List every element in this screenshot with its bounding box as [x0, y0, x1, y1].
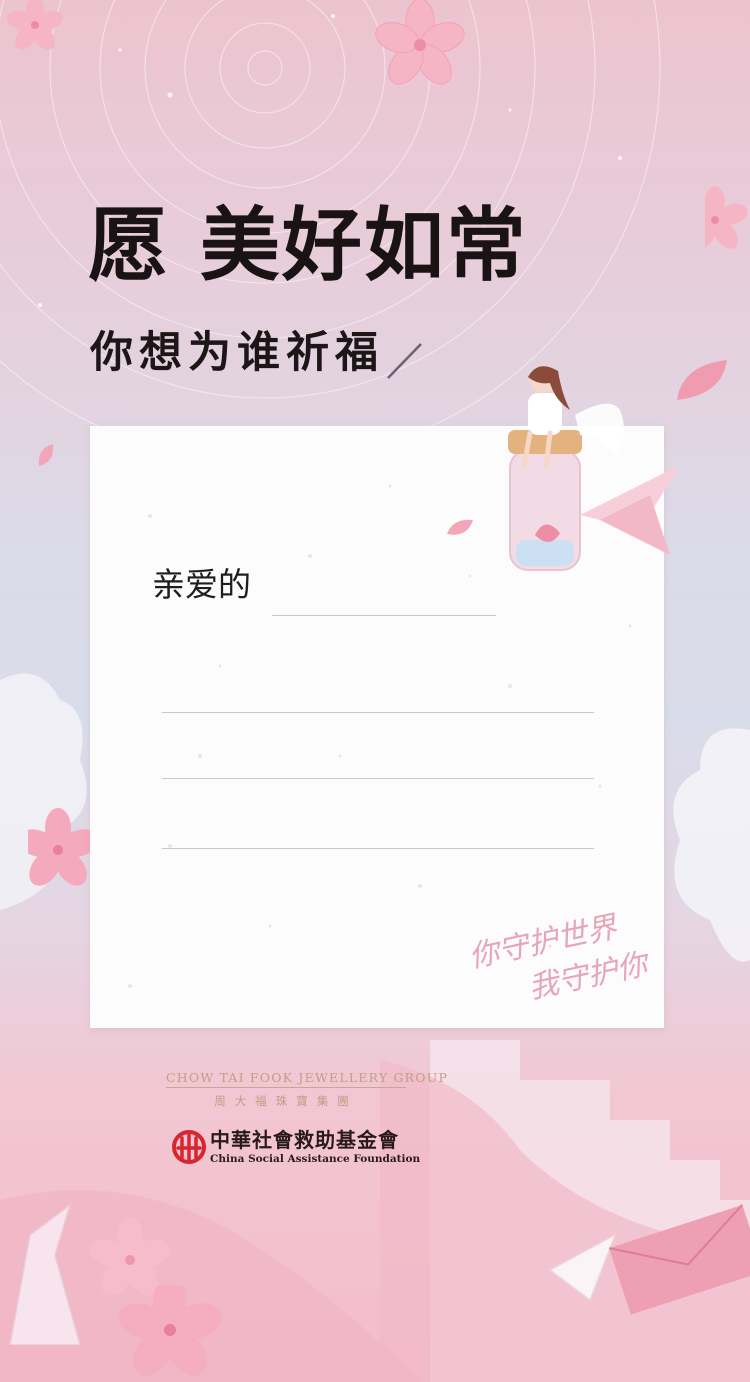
- sakura-flower-icon: [7, 0, 63, 50]
- cloud-right-decoration: [673, 728, 750, 962]
- sakura-flower-icon: [705, 186, 748, 249]
- salutation-label: 亲爱的: [152, 565, 251, 604]
- message-line-3[interactable]: [162, 848, 594, 849]
- message-line-1[interactable]: [162, 712, 594, 713]
- ctf-logo-chinese: 周大福珠寶集團: [214, 1094, 358, 1108]
- recipient-name-line[interactable]: [272, 615, 496, 616]
- csaf-name-english: China Social Assistance Foundation: [210, 1153, 421, 1165]
- sakura-flower-icon: [375, 0, 465, 85]
- envelope-icon: [548, 1204, 750, 1315]
- girl-on-bottle-illustration: [508, 366, 680, 571]
- paper-crane-icon: [9, 1203, 81, 1345]
- petal-icon: [447, 519, 473, 535]
- sakura-flower-icon: [118, 1285, 222, 1376]
- csaf-name-chinese: 中華社會救助基金會: [210, 1128, 399, 1152]
- petal-icon: [38, 444, 54, 466]
- ctf-logo-divider: [166, 1087, 406, 1088]
- poster-subtitle: 你想为谁祈福: [90, 328, 384, 378]
- message-line-2[interactable]: [162, 778, 594, 779]
- slash-decoration: [387, 343, 422, 379]
- sakura-flower-icon: [28, 808, 98, 886]
- csaf-logo-icon: [172, 1130, 206, 1164]
- ctf-logo-english: CHOW TAI FOOK JEWELLERY GROUP: [166, 1070, 449, 1085]
- poster-title: 愿 美好如常: [88, 198, 528, 292]
